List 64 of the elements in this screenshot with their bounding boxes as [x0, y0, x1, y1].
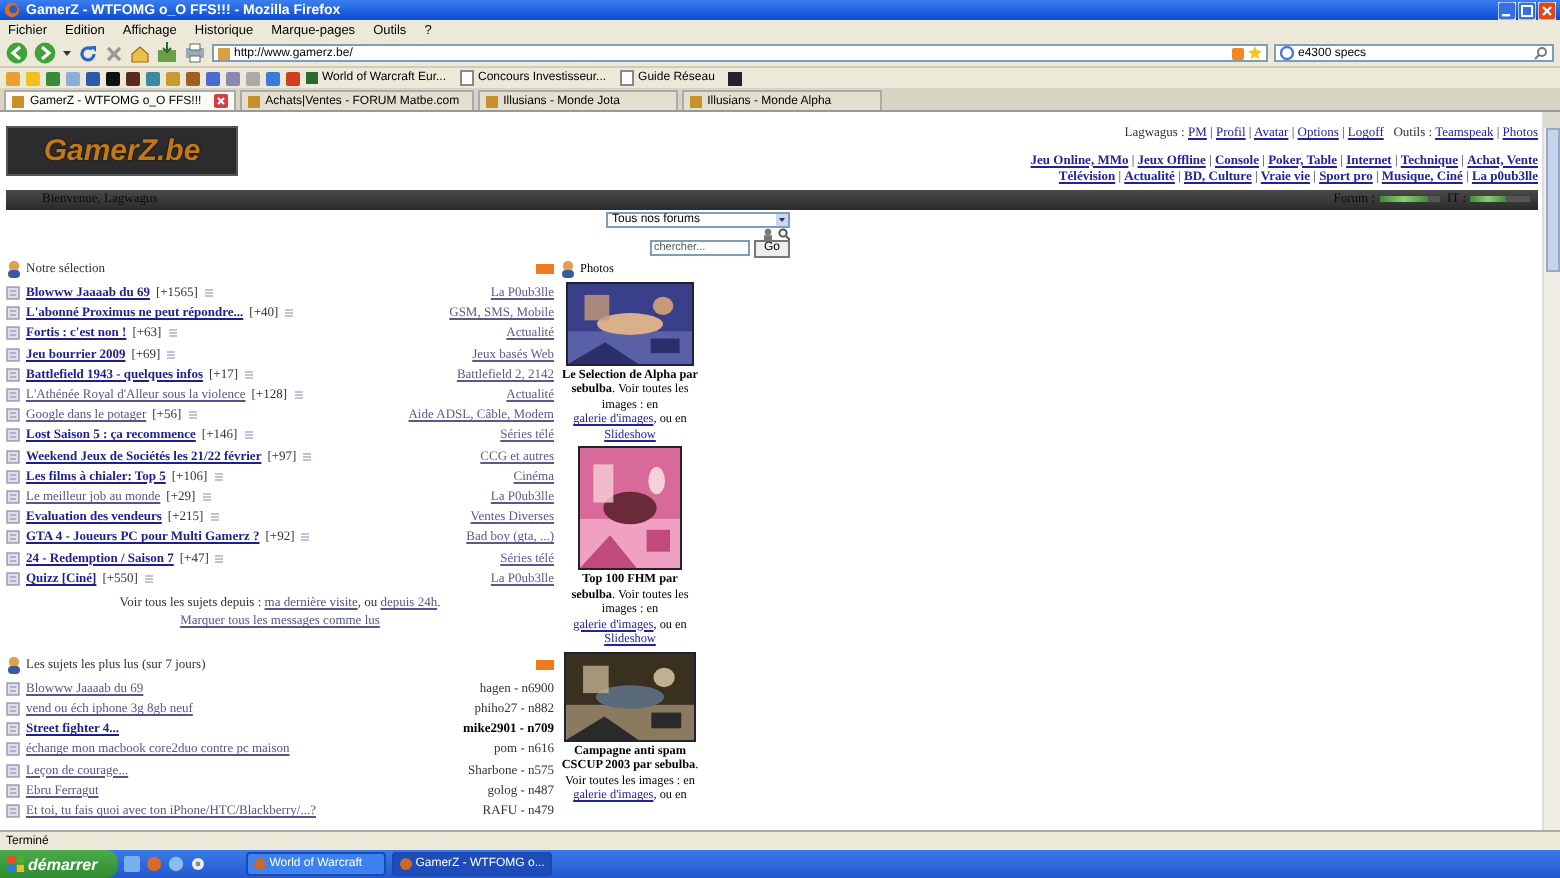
last-post-icon[interactable] [213, 471, 224, 482]
reload-icon[interactable] [78, 43, 98, 63]
last-post-icon[interactable] [300, 532, 311, 543]
last-post-icon[interactable] [201, 491, 212, 502]
close-button[interactable] [1538, 1, 1556, 19]
scrollbar[interactable] [1542, 112, 1560, 830]
last-post-icon[interactable] [143, 573, 154, 584]
last-post-icon[interactable] [203, 288, 214, 299]
topic-icon [6, 722, 20, 737]
topic-icon [6, 469, 20, 484]
download-icon[interactable] [156, 42, 178, 64]
bookmark-icon[interactable] [728, 71, 743, 85]
last-post-icon[interactable] [209, 512, 220, 523]
topic-icon [6, 286, 20, 301]
last-post-icon[interactable] [187, 410, 198, 421]
minimize-button[interactable] [1498, 1, 1516, 19]
avatar-icon [6, 260, 22, 278]
topic-icon [6, 388, 20, 403]
last-post-icon[interactable] [293, 390, 303, 401]
print-icon[interactable] [184, 42, 206, 64]
page-icon [218, 47, 230, 59]
dropdown-icon [776, 213, 788, 225]
topic-icon [6, 530, 20, 545]
site-logo[interactable]: GamerZ.be [6, 126, 238, 176]
close-icon[interactable] [213, 94, 228, 108]
topic-icon [6, 347, 20, 362]
windows-logo-icon [8, 856, 24, 872]
last-post-icon[interactable] [166, 349, 177, 360]
last-post-icon[interactable] [243, 369, 254, 380]
topic-icon [6, 306, 20, 321]
topic-icon [6, 551, 20, 566]
topic-icon [6, 681, 20, 696]
maximize-button[interactable] [1518, 1, 1536, 19]
search-icon[interactable] [778, 227, 790, 239]
topic-icon [6, 428, 20, 443]
last-post-icon[interactable] [214, 553, 225, 564]
stop-icon[interactable] [104, 43, 124, 63]
last-post-icon[interactable] [302, 451, 313, 462]
rss-icon[interactable] [536, 659, 554, 670]
topic-icon [6, 489, 20, 504]
browser-icon[interactable] [145, 856, 162, 872]
topic-icon [6, 742, 20, 757]
topic-icon [6, 510, 20, 525]
topic-icon [6, 783, 20, 798]
avatar-icon [6, 655, 22, 674]
rss-icon[interactable] [1232, 47, 1244, 59]
topic-icon [6, 367, 20, 382]
topic-icon [6, 571, 20, 586]
last-post-icon[interactable] [243, 430, 254, 441]
user-icon[interactable] [762, 227, 774, 239]
star-icon[interactable] [1248, 46, 1262, 60]
topic-icon [6, 763, 20, 778]
topic-icon [6, 408, 20, 423]
search-icon[interactable] [1534, 46, 1548, 60]
desktop-icon[interactable] [123, 856, 140, 872]
back-button[interactable] [6, 42, 28, 64]
start-button[interactable]: démarrer [0, 850, 118, 878]
topic-icon [6, 326, 20, 341]
last-post-icon[interactable] [284, 308, 295, 319]
topic-icon [6, 702, 20, 717]
topic-icon [6, 804, 20, 819]
topic-icon [6, 449, 20, 464]
avatar-icon [560, 260, 576, 278]
last-post-icon[interactable] [167, 328, 178, 339]
